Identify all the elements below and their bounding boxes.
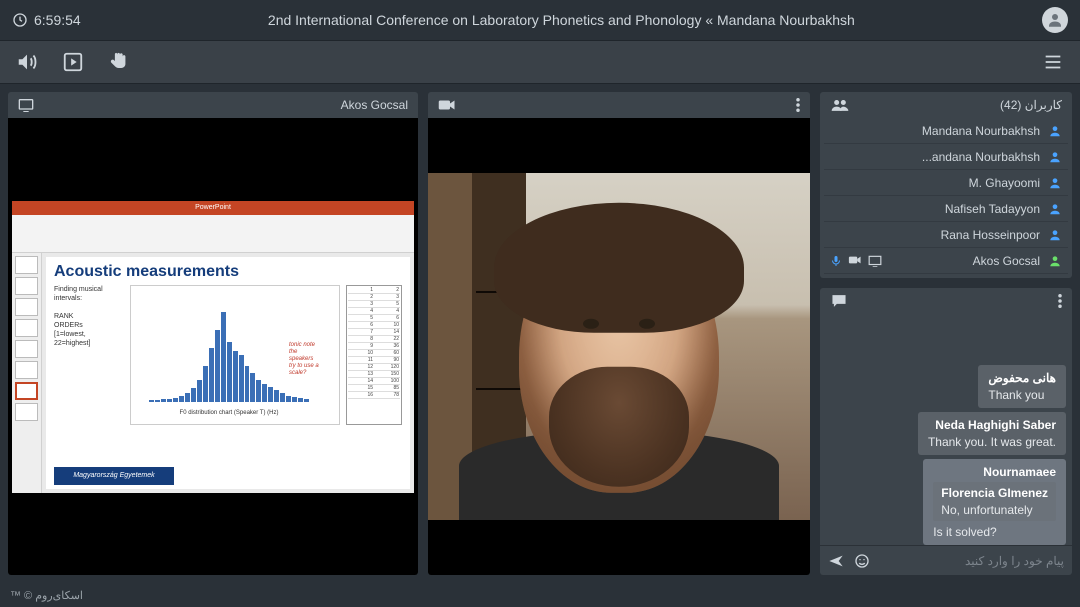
- main-area: Akos Gocsal PowerPoint Acoustic measurem…: [0, 84, 1080, 583]
- person-icon: [1048, 150, 1062, 164]
- video-camera-icon: [438, 98, 456, 112]
- play-icon[interactable]: [62, 51, 84, 73]
- chat-message[interactable]: NournamaeeFlorencia GImenezNo, unfortuna…: [923, 459, 1066, 545]
- hamburger-menu-icon[interactable]: [1042, 51, 1064, 73]
- top-bar: 6:59:54 2nd International Conference on …: [0, 0, 1080, 40]
- powerpoint-ribbon: [12, 215, 414, 253]
- user-name: M. Ghayoomi: [830, 176, 1040, 190]
- toolbar: [0, 40, 1080, 84]
- slide-footer: Magyarország Egyetemek: [54, 467, 174, 485]
- chat-more-icon[interactable]: [1058, 294, 1062, 308]
- device-icons: [830, 255, 882, 267]
- person-icon: [1048, 176, 1062, 190]
- f0-distribution-chart: F0 distribution chart (Speaker T) (Hz) t…: [130, 285, 340, 425]
- chart-annotation: tonic note the speakers try to use a sca…: [289, 342, 337, 378]
- chat-messages[interactable]: هانی محفوضThank youNeda Haghighi SaberTh…: [820, 314, 1072, 545]
- raise-hand-icon[interactable]: [108, 51, 130, 73]
- powerpoint-titlebar: PowerPoint: [12, 201, 414, 215]
- slide-side-text: Finding musical intervals: RANK ORDERs […: [54, 285, 124, 425]
- user-row[interactable]: M. Ghayoomi: [824, 170, 1068, 196]
- screen-share-icon: [18, 98, 34, 112]
- chat-message[interactable]: Neda Haghighi SaberThank you. It was gre…: [918, 412, 1066, 455]
- person-icon: [1048, 228, 1062, 242]
- webcam-feed: [428, 118, 810, 575]
- person-icon: [1048, 254, 1062, 268]
- user-row[interactable]: Mandana Nourbakhsh: [824, 118, 1068, 144]
- webcam-panel: [428, 92, 810, 575]
- profile-avatar[interactable]: [1042, 7, 1068, 33]
- slide-title: Acoustic measurements: [54, 263, 402, 281]
- slide-thumbnails: [12, 253, 42, 493]
- chat-message[interactable]: هانی محفوضThank you: [978, 365, 1066, 408]
- slide-content: Acoustic measurements Finding musical in…: [46, 257, 410, 489]
- users-header: کاربران (42): [1000, 98, 1062, 112]
- chat-input[interactable]: [880, 554, 1064, 568]
- users-panel: کاربران (42) Mandana Nourbakhsh ...andana…: [820, 92, 1072, 278]
- audio-icon[interactable]: [16, 51, 38, 73]
- screen-share-panel: Akos Gocsal PowerPoint Acoustic measurem…: [8, 92, 418, 575]
- quoted-message: Florencia GImenezNo, unfortunately: [933, 482, 1056, 521]
- chat-panel: هانی محفوضThank youNeda Haghighi SaberTh…: [820, 288, 1072, 575]
- elapsed-time: 6:59:54: [34, 12, 81, 28]
- user-row[interactable]: ...andana Nourbakhsh: [824, 144, 1068, 170]
- user-name: Akos Gocsal: [890, 254, 1040, 268]
- presenter-name: Akos Gocsal: [341, 98, 408, 112]
- data-table: 1223354456610714822936106011901212013150…: [346, 285, 402, 425]
- user-name: Rana Hosseinpoor: [830, 228, 1040, 242]
- chat-input-row: [820, 545, 1072, 575]
- user-name: Mandana Nourbakhsh: [830, 124, 1040, 138]
- emoji-icon[interactable]: [854, 553, 870, 569]
- brand-label: اسکای‌روم © ™: [10, 589, 83, 602]
- person-icon: [1048, 124, 1062, 138]
- clock-icon: [12, 12, 28, 28]
- user-list[interactable]: Mandana Nourbakhsh ...andana Nourbakhsh M.…: [820, 118, 1072, 278]
- user-row[interactable]: Rana Hosseinpoor: [824, 222, 1068, 248]
- user-name: ...andana Nourbakhsh: [830, 150, 1040, 164]
- user-row[interactable]: Akos Gocsal: [824, 248, 1068, 274]
- chart-caption: F0 distribution chart (Speaker T) (Hz): [149, 410, 309, 416]
- user-row[interactable]: Nafiseh Tadayyon: [824, 196, 1068, 222]
- right-sidebar: کاربران (42) Mandana Nourbakhsh ...andana…: [820, 92, 1072, 575]
- page-footer: اسکای‌روم © ™: [0, 583, 93, 607]
- powerpoint-window: PowerPoint Acoustic measurements Finding…: [12, 201, 414, 493]
- conference-title: 2nd International Conference on Laborato…: [81, 12, 1042, 28]
- chat-icon: [830, 293, 848, 309]
- screen-share-content: PowerPoint Acoustic measurements Finding…: [8, 118, 418, 575]
- video-more-icon[interactable]: [796, 98, 800, 112]
- user-name: Nafiseh Tadayyon: [830, 202, 1040, 216]
- chart-bars: [149, 306, 309, 402]
- send-icon[interactable]: [828, 554, 844, 568]
- users-icon: [830, 98, 850, 112]
- person-icon: [1048, 202, 1062, 216]
